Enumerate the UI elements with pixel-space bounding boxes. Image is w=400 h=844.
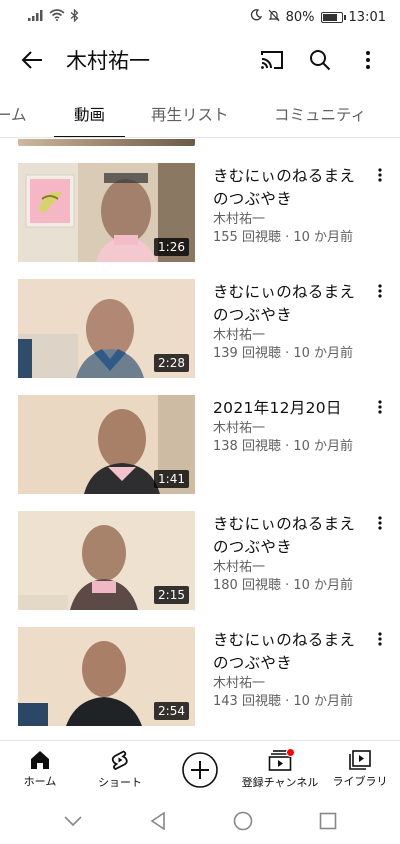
more-options-button[interactable] bbox=[344, 36, 392, 84]
more-vert-icon bbox=[366, 51, 370, 69]
tab-home[interactable]: ーム bbox=[0, 90, 27, 137]
more-vert-icon bbox=[378, 400, 382, 414]
video-menu-button[interactable] bbox=[368, 163, 392, 187]
video-menu-button[interactable] bbox=[368, 627, 392, 651]
nav-label: ショート bbox=[98, 776, 142, 789]
more-vert-icon bbox=[378, 284, 382, 298]
moon-icon bbox=[250, 9, 262, 25]
video-title[interactable]: きむにぃのねるまえのつぶやき bbox=[213, 281, 363, 327]
back-triangle-icon bbox=[150, 812, 165, 830]
cast-button[interactable] bbox=[248, 36, 296, 84]
video-menu-button[interactable] bbox=[368, 511, 392, 535]
bluetooth-icon bbox=[70, 7, 79, 26]
app-bar: 木村祐一 bbox=[0, 34, 400, 86]
status-bar: 80% 13:01 bbox=[0, 0, 400, 34]
video-title[interactable]: きむにぃのねるまえのつぶやき bbox=[213, 165, 363, 211]
video-author: 木村祐一 bbox=[213, 328, 266, 343]
video-author: 木村祐一 bbox=[213, 421, 266, 436]
video-author: 木村祐一 bbox=[213, 560, 266, 575]
video-author: 木村祐一 bbox=[213, 212, 266, 227]
video-thumbnail[interactable]: 2:15 bbox=[18, 511, 195, 610]
more-vert-icon bbox=[378, 632, 382, 646]
bottom-navigation: ホーム ショート 登録チャンネル ライブラリ bbox=[0, 740, 400, 798]
video-menu-button[interactable] bbox=[368, 395, 392, 419]
back-button[interactable] bbox=[12, 40, 52, 80]
video-duration: 1:26 bbox=[154, 238, 189, 256]
nav-label: ライブラリ bbox=[332, 775, 388, 788]
video-thumbnail[interactable]: 2:54 bbox=[18, 627, 195, 726]
nav-home[interactable]: ホーム bbox=[0, 741, 80, 798]
video-stats: 180 回視聴 · 10 か月前 bbox=[213, 578, 354, 593]
video-stats: 139 回視聴 · 10 か月前 bbox=[213, 346, 354, 361]
system-navigation bbox=[0, 798, 400, 844]
video-item[interactable]: 1:41 2021年12月20日 木村祐一 138 回視聴 · 10 か月前 bbox=[0, 395, 400, 495]
battery-icon bbox=[320, 11, 346, 23]
nav-label: 登録チャンネル bbox=[241, 776, 319, 789]
system-home-button[interactable] bbox=[223, 801, 263, 841]
video-duration: 2:28 bbox=[154, 354, 189, 372]
nav-shorts[interactable]: ショート bbox=[80, 741, 160, 798]
home-icon bbox=[31, 751, 49, 769]
back-arrow-icon bbox=[21, 51, 42, 69]
recents-square-icon bbox=[319, 812, 336, 830]
wifi-icon bbox=[49, 9, 65, 25]
search-button[interactable] bbox=[296, 36, 344, 84]
video-stats: 143 回視聴 · 10 か月前 bbox=[213, 694, 354, 709]
cast-icon bbox=[261, 51, 283, 69]
channel-title: 木村祐一 bbox=[66, 49, 150, 73]
signal-icon bbox=[28, 9, 44, 25]
chevron-down-icon bbox=[63, 816, 82, 826]
nav-library[interactable]: ライブラリ bbox=[320, 741, 400, 798]
system-recents-button[interactable] bbox=[308, 801, 348, 841]
system-back-button[interactable] bbox=[138, 801, 178, 841]
create-plus-icon bbox=[182, 751, 218, 788]
more-vert-icon bbox=[378, 168, 382, 182]
home-circle-icon bbox=[233, 811, 252, 831]
tab-community[interactable]: コミュニティ bbox=[274, 90, 366, 137]
video-thumbnail[interactable]: 1:26 bbox=[18, 163, 195, 262]
nav-create[interactable] bbox=[160, 741, 240, 798]
video-list: 1:26 きむにぃのねるまえのつぶやき 木村祐一 155 回視聴 · 10 か月… bbox=[0, 139, 400, 739]
video-title[interactable]: 2021年12月20日 bbox=[213, 397, 363, 420]
video-author: 木村祐一 bbox=[213, 676, 266, 691]
bell-off-icon bbox=[268, 9, 280, 26]
library-icon bbox=[349, 750, 371, 770]
video-stats: 138 回視聴 · 10 か月前 bbox=[213, 439, 354, 454]
video-thumbnail[interactable]: 2:28 bbox=[18, 279, 195, 378]
video-stats: 155 回視聴 · 10 か月前 bbox=[213, 230, 354, 245]
video-duration: 2:54 bbox=[154, 702, 189, 720]
video-thumbnail[interactable]: 1:41 bbox=[18, 395, 195, 494]
video-item[interactable]: 2:28 きむにぃのねるまえのつぶやき 木村祐一 139 回視聴 · 10 か月… bbox=[0, 279, 400, 379]
video-menu-button[interactable] bbox=[368, 279, 392, 303]
video-item[interactable]: 2:15 きむにぃのねるまえのつぶやき 木村祐一 180 回視聴 · 10 か月… bbox=[0, 511, 400, 611]
tab-videos[interactable]: 動画 bbox=[54, 90, 126, 137]
battery-percent: 80% bbox=[285, 9, 315, 25]
more-vert-icon bbox=[378, 516, 382, 530]
shorts-icon bbox=[111, 750, 128, 771]
nav-label: ホーム bbox=[23, 775, 57, 788]
video-item[interactable]: 2:54 きむにぃのねるまえのつぶやき 木村祐一 143 回視聴 · 10 か月… bbox=[0, 627, 400, 727]
status-time: 13:01 bbox=[348, 9, 386, 25]
video-title[interactable]: きむにぃのねるまえのつぶやき bbox=[213, 513, 363, 559]
search-icon bbox=[310, 50, 331, 71]
previous-video-thumbnail-edge[interactable] bbox=[18, 139, 195, 146]
tab-playlists[interactable]: 再生リスト bbox=[151, 90, 229, 137]
hide-keyboard-button[interactable] bbox=[53, 801, 93, 841]
nav-subscriptions[interactable]: 登録チャンネル bbox=[240, 741, 320, 798]
notification-badge bbox=[286, 748, 295, 757]
video-title[interactable]: きむにぃのねるまえのつぶやき bbox=[213, 629, 363, 675]
video-duration: 1:41 bbox=[154, 470, 189, 488]
video-item[interactable]: 1:26 きむにぃのねるまえのつぶやき 木村祐一 155 回視聴 · 10 か月… bbox=[0, 163, 400, 263]
channel-tabs: ーム 動画 再生リスト コミュニティ bbox=[0, 90, 400, 138]
video-duration: 2:15 bbox=[154, 586, 189, 604]
